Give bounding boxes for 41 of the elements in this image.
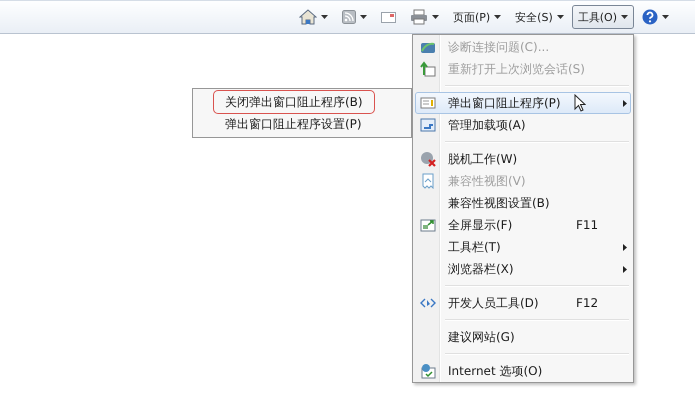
menu-item[interactable]: 工具栏(T) xyxy=(415,236,631,258)
menu-item-label: 管理加载项(A) xyxy=(448,116,526,134)
menu-item-label: Internet 选项(O) xyxy=(448,362,542,380)
shortcut-key: F12 xyxy=(576,296,598,310)
menu-item-label: 诊断连接问题(C)... xyxy=(448,38,550,56)
expand-window-icon xyxy=(420,217,436,233)
menu-item[interactable]: 建议网站(G) xyxy=(415,326,631,348)
menu-item[interactable]: 兼容性视图设置(B) xyxy=(415,192,631,214)
toolbar-menu-button[interactable]: 工具(O) xyxy=(572,5,634,29)
shortcut-key: F11 xyxy=(576,218,598,232)
menu-item-label: 全屏显示(F) xyxy=(448,216,512,234)
menu-item-label: 弹出窗口阻止程序(P) xyxy=(448,94,561,112)
feed-icon xyxy=(342,10,356,24)
menu-item-label: 开发人员工具(D) xyxy=(448,294,539,312)
submenu-item[interactable]: 弹出窗口阻止程序设置(P) xyxy=(195,113,409,135)
toolbar-menu-button[interactable]: 页面(P) xyxy=(446,5,508,29)
window-arrow-icon xyxy=(420,61,436,77)
menu-item[interactable]: Internet 选项(O) xyxy=(415,360,631,382)
menu-item[interactable]: 全屏显示(F) F11 xyxy=(415,214,631,236)
mouse-pointer-icon xyxy=(574,94,586,112)
menu-item[interactable]: 浏览器栏(X) xyxy=(415,258,631,280)
menu-item-label: 工具栏(T) xyxy=(448,238,501,256)
mail-icon xyxy=(380,12,396,22)
torn-page-icon xyxy=(420,173,436,189)
submenu-item[interactable]: 关闭弹出窗口阻止程序(B) xyxy=(195,91,409,113)
menu-item-label: 重新打开上次浏览会话(S) xyxy=(448,60,585,78)
toolbar-menu-button[interactable]: 安全(S) xyxy=(509,5,570,29)
menu-item-label: 脱机工作(W) xyxy=(448,150,518,168)
home-icon xyxy=(298,9,317,25)
menu-item-label: 兼容性视图设置(B) xyxy=(448,194,550,212)
menu-item-label: 浏览器栏(X) xyxy=(448,260,514,278)
menu-item[interactable]: 脱机工作(W) xyxy=(415,148,631,170)
globe-x-icon xyxy=(420,151,436,167)
menu-item[interactable]: 管理加载项(A) xyxy=(415,114,631,136)
printer-icon xyxy=(410,9,428,25)
help-icon xyxy=(642,9,658,25)
popup-window-icon xyxy=(420,95,436,111)
menu-item-label: 建议网站(G) xyxy=(448,328,515,346)
menu-item-label: 兼容性视图(V) xyxy=(448,172,526,190)
menu-item[interactable]: 弹出窗口阻止程序(P) xyxy=(415,92,631,114)
menu-item[interactable]: 开发人员工具(D) F12 xyxy=(415,292,631,314)
